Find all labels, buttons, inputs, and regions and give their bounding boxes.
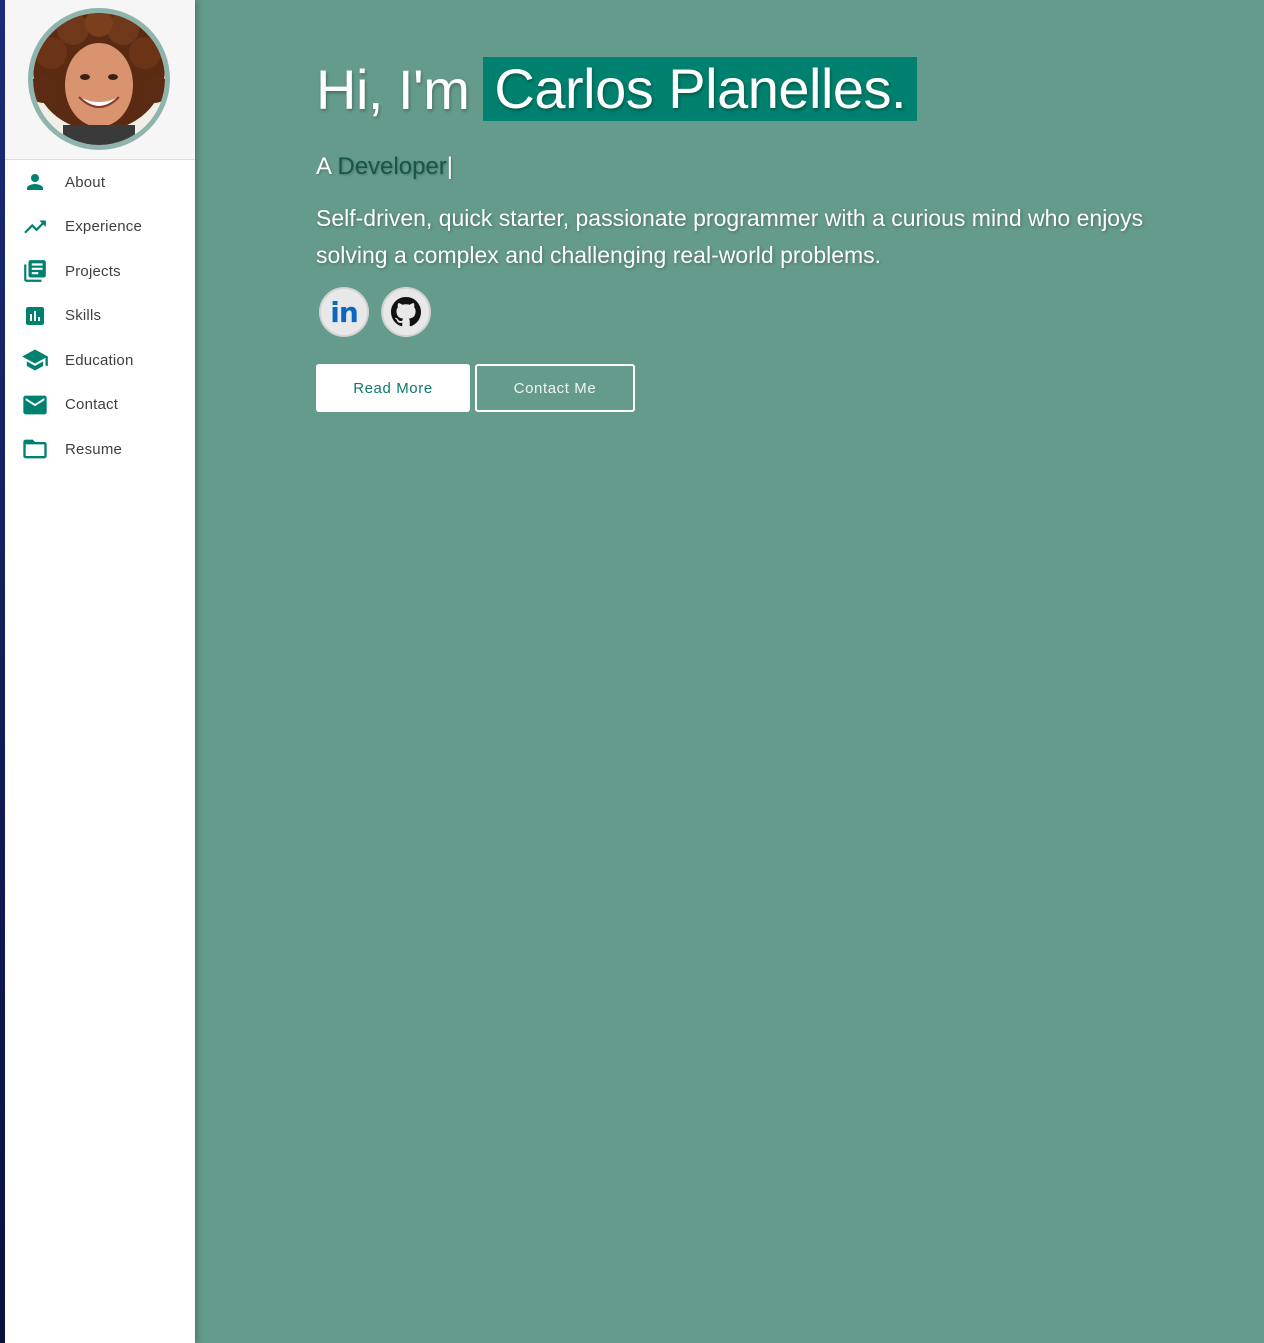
greeting-text: Hi, I'm <box>316 57 470 121</box>
hero-heading: Hi, I'm Carlos Planelles. <box>316 56 918 122</box>
sidebar-item-education[interactable]: Education <box>5 338 195 383</box>
sidebar-item-label: Skills <box>65 307 102 325</box>
sidebar-nav: About Experience Projects Skills Educati… <box>5 160 195 472</box>
sidebar-item-experience[interactable]: Experience <box>5 205 195 250</box>
trending-up-icon <box>21 213 49 241</box>
person-icon <box>21 168 49 196</box>
github-link[interactable] <box>381 287 431 337</box>
sidebar: About Experience Projects Skills Educati… <box>5 0 195 1343</box>
sidebar-item-label: Experience <box>65 218 143 236</box>
bio-text: Self-driven, quick starter, passionate p… <box>316 205 1144 268</box>
sidebar-item-label: About <box>65 173 106 191</box>
sidebar-item-projects[interactable]: Projects <box>5 249 195 294</box>
github-icon <box>391 297 421 327</box>
social-links: in <box>319 287 431 337</box>
linkedin-icon: in <box>330 295 359 329</box>
typing-caret: | <box>446 153 453 180</box>
mail-icon <box>21 391 49 419</box>
school-icon <box>21 346 49 374</box>
read-more-button[interactable]: Read More <box>316 364 470 412</box>
sidebar-item-resume[interactable]: Resume <box>5 427 195 472</box>
sidebar-item-label: Projects <box>65 262 121 280</box>
sidebar-item-skills[interactable]: Skills <box>5 294 195 339</box>
folder-icon <box>21 435 49 463</box>
role-prefix: A <box>316 153 331 180</box>
hero-section: Hi, I'm Carlos Planelles. A Developer| S… <box>195 0 1264 1343</box>
avatar <box>28 8 170 150</box>
sidebar-item-contact[interactable]: Contact <box>5 383 195 428</box>
bar-chart-icon <box>21 302 49 330</box>
sidebar-item-label: Contact <box>65 396 119 414</box>
sidebar-item-label: Education <box>65 351 134 369</box>
linkedin-link[interactable]: in <box>319 287 369 337</box>
role-subtitle: A Developer| <box>316 153 453 181</box>
sidebar-item-label: Resume <box>65 440 123 458</box>
contact-me-button[interactable]: Contact Me <box>475 364 635 412</box>
avatar-illustration <box>33 13 165 145</box>
role-typed-text: Developer <box>337 153 447 180</box>
name-highlight: Carlos Planelles. <box>483 57 918 121</box>
avatar-header <box>5 0 195 160</box>
library-books-icon <box>21 257 49 285</box>
sidebar-item-about[interactable]: About <box>5 160 195 205</box>
